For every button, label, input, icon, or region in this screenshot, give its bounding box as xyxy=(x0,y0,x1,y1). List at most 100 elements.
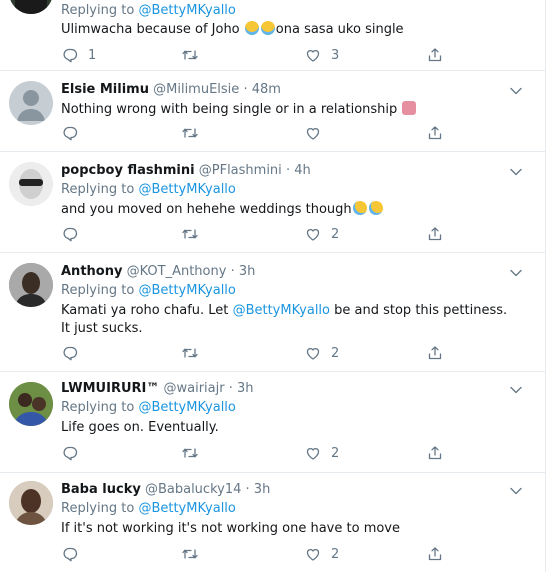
tweet-actions: 2 xyxy=(61,344,461,362)
display-name[interactable]: LWMUIRURI™ xyxy=(61,381,159,396)
handle[interactable]: @wairiajr xyxy=(164,381,225,396)
retweet-button[interactable] xyxy=(181,444,199,462)
share-icon xyxy=(428,227,442,241)
share-button[interactable] xyxy=(427,124,443,142)
like-icon xyxy=(306,128,320,140)
retweet-button[interactable] xyxy=(181,225,199,243)
timestamp[interactable]: 3h xyxy=(237,381,254,396)
handle[interactable]: @MilimuElsie xyxy=(153,82,239,97)
share-button[interactable] xyxy=(427,225,443,243)
share-button[interactable] xyxy=(427,344,443,362)
tweet-actions: 2 xyxy=(61,225,461,243)
retweet-icon xyxy=(182,229,198,239)
chevron-down-icon[interactable] xyxy=(509,486,523,496)
tweet-actions: 2 xyxy=(61,444,461,462)
reply-icon xyxy=(63,48,78,63)
like-button[interactable]: 2 xyxy=(305,225,339,243)
tweet-header: Anthony @KOT_Anthony · 3h xyxy=(61,264,256,279)
chevron-down-icon[interactable] xyxy=(509,86,523,96)
like-button[interactable]: 2 xyxy=(305,545,339,563)
reply-button[interactable]: 1 xyxy=(62,46,96,64)
tweet[interactable]: Baba lucky @Babalucky14 · 3h Replying to… xyxy=(0,473,545,572)
reply-button[interactable] xyxy=(62,225,78,243)
like-count: 2 xyxy=(331,345,340,361)
like-icon xyxy=(306,448,320,460)
tweet[interactable]: popcboy flashmini @PFlashmini · 4h Reply… xyxy=(0,152,545,253)
tweet[interactable]: Replying to @BettyMKyallo Ulimwacha beca… xyxy=(0,0,545,71)
tears-of-joy-emoji xyxy=(260,21,275,35)
retweet-icon xyxy=(182,448,198,458)
reply-button[interactable] xyxy=(62,124,78,142)
reply-button[interactable] xyxy=(62,545,78,563)
tweet-text: and you moved on hehehe weddings though xyxy=(61,201,521,219)
timestamp[interactable]: 4h xyxy=(294,163,311,178)
reply-button[interactable] xyxy=(62,344,78,362)
tweet-header: LWMUIRURI™ @wairiajr · 3h xyxy=(61,381,254,396)
retweet-button[interactable] xyxy=(181,545,199,563)
like-count: 2 xyxy=(331,546,340,562)
like-button[interactable] xyxy=(305,124,321,142)
replying-to-link[interactable]: @BettyMKyallo xyxy=(138,3,235,18)
reply-feed: Replying to @BettyMKyallo Ulimwacha beca… xyxy=(0,0,546,572)
chevron-down-icon[interactable] xyxy=(509,385,523,395)
tweet-header: Baba lucky @Babalucky14 · 3h xyxy=(61,482,271,497)
avatar[interactable] xyxy=(9,81,53,125)
like-icon xyxy=(306,50,320,62)
reply-button[interactable] xyxy=(62,444,78,462)
like-icon xyxy=(306,229,320,241)
tweet[interactable]: Anthony @KOT_Anthony · 3h Replying to @B… xyxy=(0,253,545,372)
rolling-laughing-emoji xyxy=(368,201,383,215)
retweet-icon xyxy=(182,128,198,138)
chevron-down-icon[interactable] xyxy=(509,268,523,278)
share-icon xyxy=(428,346,442,360)
retweet-button[interactable] xyxy=(181,46,209,64)
avatar[interactable] xyxy=(9,0,53,14)
display-name[interactable]: popcboy flashmini xyxy=(61,163,195,178)
handle[interactable]: @KOT_Anthony xyxy=(127,264,227,279)
replying-to: Replying to @BettyMKyallo xyxy=(61,400,236,415)
share-button[interactable] xyxy=(427,444,443,462)
avatar[interactable] xyxy=(9,481,53,525)
timestamp[interactable]: 48m xyxy=(252,82,281,97)
tweet[interactable]: LWMUIRURI™ @wairiajr · 3h Replying to @B… xyxy=(0,372,545,473)
tweet-text: Kamati ya roho chafu. Let @BettyMKyallo … xyxy=(61,303,508,336)
woman-shrugging-emoji xyxy=(402,101,417,115)
tweet-actions: 1 3 xyxy=(61,46,461,64)
replying-to-link[interactable]: @BettyMKyallo xyxy=(138,400,235,415)
avatar[interactable] xyxy=(9,162,53,206)
timestamp[interactable]: 3h xyxy=(239,264,256,279)
replying-to-link[interactable]: @BettyMKyallo xyxy=(138,283,235,298)
tweet-text: Nothing wrong with being single or in a … xyxy=(61,101,521,119)
handle[interactable]: @PFlashmini xyxy=(199,163,282,178)
retweet-icon xyxy=(182,348,198,358)
chevron-down-icon[interactable] xyxy=(509,167,523,177)
avatar[interactable] xyxy=(9,382,53,426)
tweet-text: Life goes on. Eventually. xyxy=(61,420,219,435)
like-button[interactable]: 2 xyxy=(305,344,339,362)
reply-icon xyxy=(63,446,78,461)
retweet-icon xyxy=(182,549,198,559)
tweet[interactable]: Elsie Milimu @MilimuElsie · 48m Nothing … xyxy=(0,71,545,152)
avatar[interactable] xyxy=(9,263,53,307)
like-count: 2 xyxy=(331,445,340,461)
tweet-actions: 2 xyxy=(61,545,461,563)
replying-to-link[interactable]: @BettyMKyallo xyxy=(138,501,235,516)
like-icon xyxy=(306,348,320,360)
display-name[interactable]: Anthony xyxy=(61,264,122,279)
replying-to: Replying to @BettyMKyallo xyxy=(61,182,236,197)
replying-to-link[interactable]: @BettyMKyallo xyxy=(138,182,235,197)
display-name[interactable]: Baba lucky xyxy=(61,482,141,497)
like-button[interactable]: 2 xyxy=(305,444,339,462)
mention-link[interactable]: @BettyMKyallo xyxy=(233,303,330,318)
replying-to: Replying to @BettyMKyallo xyxy=(61,283,236,298)
like-button[interactable]: 3 xyxy=(305,46,339,64)
retweet-button[interactable] xyxy=(181,124,199,142)
display-name[interactable]: Elsie Milimu xyxy=(61,82,149,97)
retweet-button[interactable] xyxy=(181,344,199,362)
share-button[interactable] xyxy=(427,545,443,563)
share-button[interactable] xyxy=(427,46,443,64)
handle[interactable]: @Babalucky14 xyxy=(145,482,241,497)
tweet-text: Ulimwacha because of Joho ona sasa uko s… xyxy=(61,21,404,37)
timestamp[interactable]: 3h xyxy=(254,482,271,497)
tweet-text: If it's not working it's not working one… xyxy=(61,521,400,536)
